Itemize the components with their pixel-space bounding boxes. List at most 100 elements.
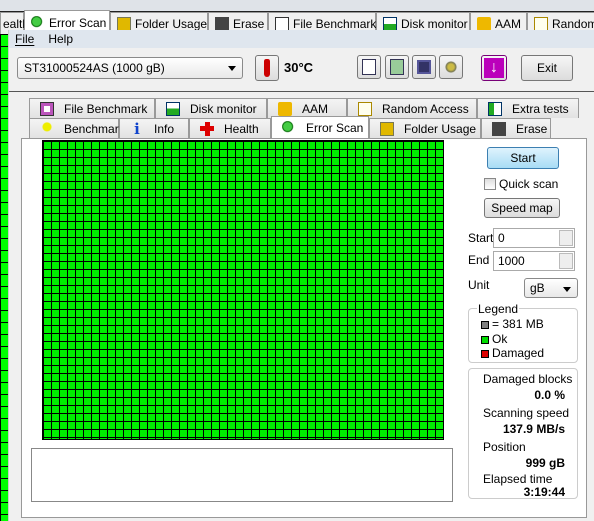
spinner-arrows-icon[interactable] bbox=[559, 230, 573, 246]
options-button[interactable] bbox=[439, 55, 463, 79]
legend-item: Damaged bbox=[481, 346, 544, 360]
tab-label: Error Scan bbox=[49, 15, 107, 30]
legend-swatch bbox=[481, 349, 489, 358]
spinner-arrows-icon[interactable] bbox=[559, 253, 573, 269]
start-input[interactable]: 0 bbox=[493, 228, 575, 248]
speaker-icon bbox=[477, 16, 491, 31]
magnifier-icon bbox=[282, 120, 296, 135]
tab-folder-usage[interactable]: Folder Usage bbox=[369, 118, 481, 138]
tab-panel: File Benchmark Disk monitor AAM Random A… bbox=[15, 98, 587, 518]
error-scan-panel: Start Quick scan Speed map Start 0 End 1… bbox=[21, 138, 587, 518]
tab-label: Folder Usage bbox=[404, 121, 477, 136]
thermometer-icon bbox=[264, 59, 270, 77]
menu-file[interactable]: File bbox=[15, 32, 34, 46]
chevron-down-icon bbox=[563, 287, 571, 292]
chevron-down-icon bbox=[228, 66, 236, 71]
block-map bbox=[42, 140, 444, 440]
download-button[interactable]: ↓ bbox=[481, 55, 507, 81]
tab-label: Error Scan bbox=[306, 120, 364, 135]
end-value: 1000 bbox=[498, 254, 525, 268]
extra-tests-icon bbox=[488, 101, 502, 116]
start-button[interactable]: Start bbox=[487, 147, 559, 169]
tab-label: Extra tests bbox=[512, 101, 569, 116]
tab-random-access[interactable]: Random Access bbox=[347, 98, 477, 118]
unit-select[interactable]: gB bbox=[524, 278, 578, 298]
tab-label: File Benchmark bbox=[64, 101, 148, 116]
legend-item: = 381 MB bbox=[481, 317, 544, 331]
scan-log[interactable] bbox=[31, 448, 453, 502]
position-label: Position bbox=[483, 440, 526, 454]
disk-monitor-icon bbox=[166, 101, 180, 116]
file-benchmark-icon bbox=[40, 101, 54, 116]
folder-icon bbox=[117, 16, 131, 31]
unit-value: gB bbox=[530, 281, 545, 295]
disk-monitor-icon bbox=[383, 16, 397, 31]
quick-scan-label: Quick scan bbox=[499, 177, 559, 191]
start-value: 0 bbox=[498, 231, 505, 245]
legend-label: Damaged bbox=[492, 346, 545, 360]
tab-label: Random Access bbox=[382, 101, 469, 116]
scanning-speed-label: Scanning speed bbox=[483, 406, 570, 420]
start-label: Start bbox=[468, 231, 494, 245]
scanning-speed-value: 137.9 MB/s bbox=[502, 422, 565, 436]
stats-group: Damaged blocks 0.0 % Scanning speed 137.… bbox=[468, 368, 578, 499]
tab-label: Erase bbox=[233, 16, 265, 31]
floppy-disk-icon bbox=[417, 60, 431, 74]
speed-map-button[interactable]: Speed map bbox=[484, 198, 560, 218]
copy-screenshot-button[interactable] bbox=[385, 55, 409, 79]
damaged-blocks-value: 0.0 % bbox=[534, 388, 565, 402]
tab-label: AAM bbox=[495, 16, 522, 31]
checkbox[interactable] bbox=[484, 178, 496, 190]
download-arrow-icon: ↓ bbox=[484, 58, 504, 78]
trash-icon bbox=[215, 16, 229, 31]
tab-label: Disk monitor bbox=[401, 16, 468, 31]
tab-health[interactable]: Health bbox=[189, 118, 271, 138]
tab-label: Health bbox=[224, 121, 259, 136]
legend-item: Ok bbox=[481, 332, 507, 346]
tab-label: Info bbox=[154, 121, 175, 136]
random-access-icon bbox=[358, 101, 372, 116]
copy-text-button[interactable] bbox=[357, 55, 381, 79]
random-access-icon bbox=[534, 16, 548, 31]
tab-benchmark[interactable]: Benchmark bbox=[29, 118, 125, 138]
tab-info[interactable]: i Info bbox=[119, 118, 189, 138]
tab-label: File Benchmark bbox=[293, 16, 377, 31]
tab-error-scan[interactable]: Error Scan bbox=[271, 116, 369, 138]
tab-aam[interactable]: AAM bbox=[267, 98, 347, 118]
legend-swatch bbox=[481, 335, 489, 344]
tab-label: Disk monitor bbox=[190, 101, 257, 116]
copy-screenshot-icon bbox=[390, 59, 404, 75]
quick-scan-checkbox[interactable]: Quick scan bbox=[484, 177, 558, 191]
tab-label: AAM bbox=[302, 101, 329, 116]
unit-label: Unit bbox=[468, 278, 490, 292]
tab-label: Erase bbox=[516, 121, 548, 136]
exit-button[interactable]: Exit bbox=[521, 55, 573, 81]
trash-icon bbox=[492, 121, 506, 136]
temperature-button[interactable] bbox=[255, 55, 279, 81]
gears-icon bbox=[444, 61, 458, 73]
tab-erase[interactable]: Erase bbox=[481, 118, 551, 138]
tab-extra-tests[interactable]: Extra tests bbox=[477, 98, 579, 118]
tab-file-benchmark[interactable]: File Benchmark bbox=[29, 98, 155, 118]
tab-disk-monitor[interactable]: Disk monitor bbox=[155, 98, 267, 118]
drive-select-value: ST31000524AS (1000 gB) bbox=[24, 61, 165, 75]
tab-label: Folder Usage bbox=[135, 16, 208, 31]
legend-title: Legend bbox=[477, 302, 520, 316]
legend-label: Ok bbox=[492, 332, 508, 346]
end-input[interactable]: 1000 bbox=[493, 251, 575, 271]
elapsed-time-value: 3:19:44 bbox=[523, 485, 565, 499]
tab-label: Benchmark bbox=[64, 121, 125, 136]
menu-help[interactable]: Help bbox=[48, 32, 73, 46]
position-value: 999 gB bbox=[525, 456, 565, 470]
legend-group: Legend = 381 MB Ok Damaged bbox=[468, 302, 578, 363]
elapsed-time-label: Elapsed time bbox=[483, 472, 553, 486]
save-button[interactable] bbox=[412, 55, 436, 79]
legend-label: = 381 MB bbox=[492, 317, 544, 331]
tab-row-2: Benchmark i Info Health Error Scan Folder… bbox=[29, 116, 551, 138]
menu-bar: File Help bbox=[9, 30, 594, 48]
toolbar: ST31000524AS (1000 gB) 30°C ↓ Exit bbox=[9, 52, 594, 92]
folder-icon bbox=[380, 121, 394, 136]
file-benchmark-icon bbox=[275, 16, 289, 31]
drive-select[interactable]: ST31000524AS (1000 gB) bbox=[17, 57, 243, 79]
tab-label: Random bbox=[552, 16, 594, 31]
